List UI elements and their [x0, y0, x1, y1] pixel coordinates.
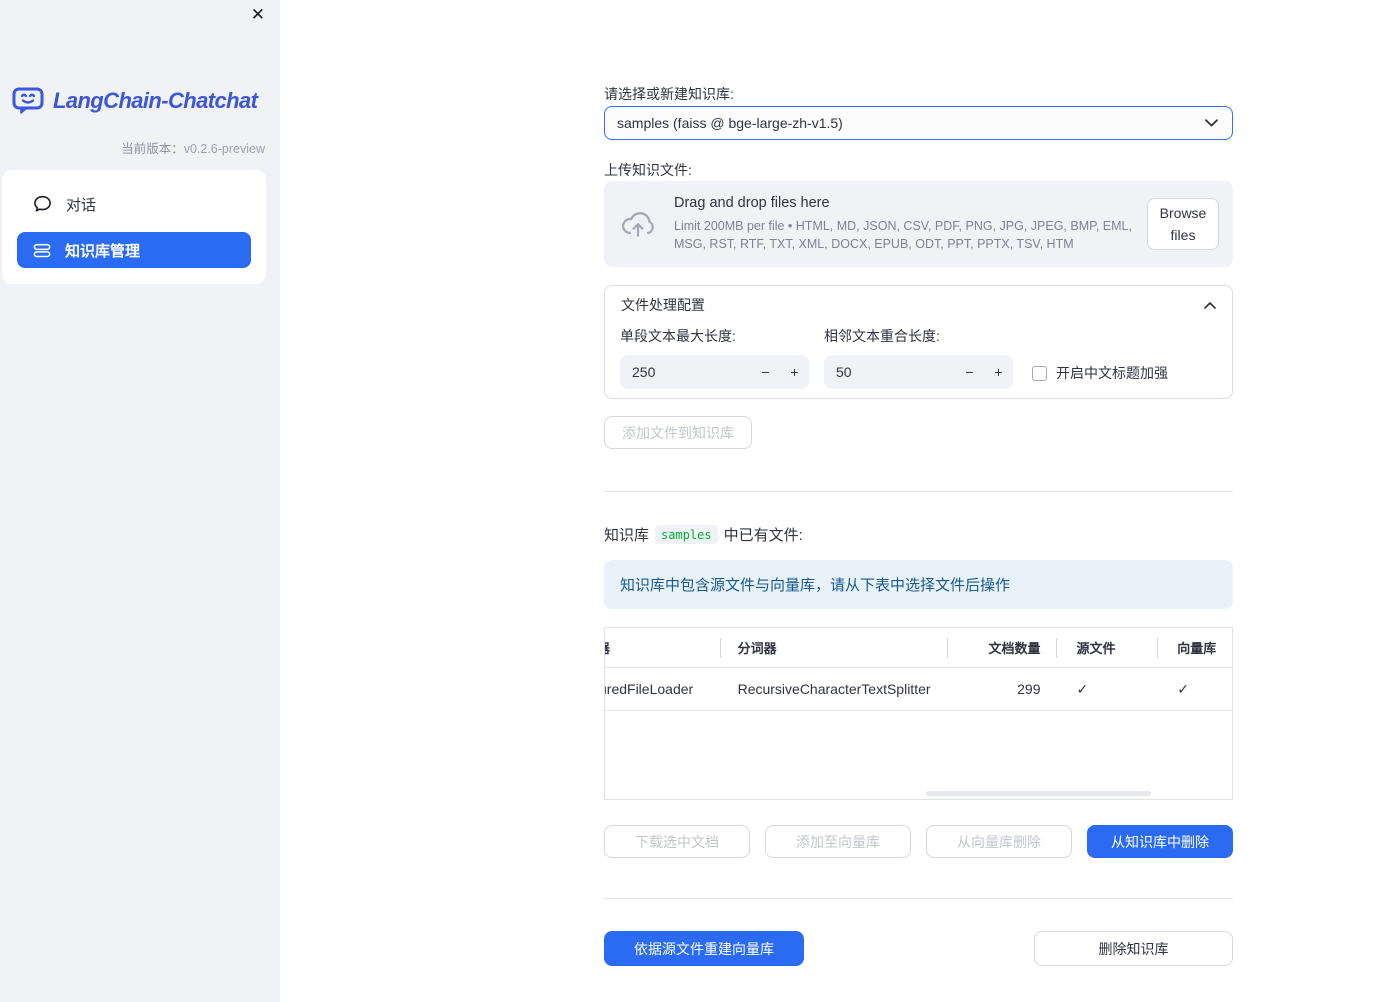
- dropzone-file-limits: Limit 200MB per file • HTML, MD, JSON, C…: [674, 218, 1132, 251]
- cloud-upload-icon: [620, 209, 658, 239]
- zh-title-enhance-checkbox-group[interactable]: 开启中文标题加强: [1032, 363, 1168, 383]
- kb-name-code: samples: [655, 525, 718, 544]
- chunk-size-decrement-button[interactable]: −: [751, 355, 780, 389]
- cell-loader[interactable]: uredFileLoader: [605, 668, 720, 710]
- sidebar-item-label: 知识库管理: [65, 242, 141, 260]
- kb-existing-files-line: 知识库 samples 中已有文件:: [604, 524, 803, 545]
- browse-files-button[interactable]: Browse files: [1147, 198, 1219, 250]
- delete-from-vector-store-button[interactable]: 从向量库删除: [926, 825, 1072, 858]
- header-splitter[interactable]: 分词器: [719, 628, 947, 667]
- info-alert-text: 知识库中包含源文件与向量库，请从下表中选择文件后操作: [620, 577, 1011, 594]
- overlap-group: 相邻文本重合长度: 50 − +: [824, 326, 1013, 389]
- app-logo: LangChain-Chatchat: [12, 86, 258, 116]
- divider: [604, 491, 1233, 492]
- chevron-down-icon: [1205, 119, 1218, 127]
- download-selected-button[interactable]: 下载选中文档: [604, 825, 750, 858]
- sidebar: ✕ LangChain-Chatchat 当前版本：v0.2.6-preview…: [0, 0, 280, 1002]
- sidebar-item-label: 对话: [66, 196, 97, 214]
- dropzone-title: Drag and drop files here: [674, 194, 830, 211]
- expander-title: 文件处理配置: [621, 297, 705, 313]
- add-to-vector-store-button[interactable]: 添加至向量库: [765, 825, 911, 858]
- checkmark-icon: ✓: [1076, 680, 1089, 697]
- overlap-increment-button[interactable]: +: [984, 355, 1013, 389]
- table-header-row: 器 分词器 文档数量 源文件 向量库: [605, 628, 1232, 668]
- chunk-size-label: 单段文本最大长度:: [620, 328, 736, 344]
- sidebar-nav-menu: 对话 知识库管理: [2, 170, 266, 284]
- overlap-label: 相邻文本重合长度:: [824, 328, 940, 344]
- chat-bubble-icon: [33, 195, 52, 213]
- checkbox-unchecked[interactable]: [1032, 365, 1047, 381]
- header-doc-count[interactable]: 文档数量: [946, 628, 1057, 667]
- sidebar-close-icon[interactable]: ✕: [251, 6, 265, 23]
- header-source-file[interactable]: 源文件: [1056, 628, 1157, 667]
- sidebar-item-knowledge-base[interactable]: 知识库管理: [17, 232, 251, 268]
- info-alert: 知识库中包含源文件与向量库，请从下表中选择文件后操作: [604, 560, 1233, 609]
- chunk-size-increment-button[interactable]: +: [780, 355, 809, 389]
- overlap-decrement-button[interactable]: −: [955, 355, 984, 389]
- checkmark-icon: ✓: [1177, 680, 1189, 697]
- add-files-to-kb-button[interactable]: 添加文件到知识库: [604, 416, 752, 449]
- version-text: 当前版本：v0.2.6-preview: [121, 138, 265, 157]
- header-vector-store[interactable]: 向量库: [1157, 628, 1232, 667]
- file-config-expander: 文件处理配置 单段文本最大长度: 250 − + 相邻文本重合长度: 50 − …: [604, 285, 1233, 399]
- sidebar-item-dialogue[interactable]: 对话: [17, 186, 251, 222]
- delete-from-kb-button[interactable]: 从知识库中删除: [1087, 825, 1233, 858]
- main-content: 请选择或新建知识库: samples (faiss @ bge-large-zh…: [604, 0, 1234, 1002]
- kb-line-suffix: 中已有文件:: [723, 527, 803, 544]
- header-loader[interactable]: 器: [605, 628, 720, 667]
- kb-select-value: samples (faiss @ bge-large-zh-v1.5): [617, 115, 843, 131]
- chunk-size-group: 单段文本最大长度: 250 − +: [620, 326, 809, 389]
- files-dataframe[interactable]: 器 分词器 文档数量 源文件 向量库 uredFileLoader Recurs…: [604, 627, 1233, 800]
- rebuild-vector-store-button[interactable]: 依据源文件重建向量库: [604, 931, 804, 966]
- kb-select-label: 请选择或新建知识库:: [604, 86, 734, 102]
- app-logo-text: LangChain-Chatchat: [53, 88, 258, 113]
- file-dropzone[interactable]: Drag and drop files here Limit 200MB per…: [604, 181, 1233, 267]
- kb-bottom-actions: 依据源文件重建向量库 删除知识库: [604, 931, 1233, 966]
- checkbox-label: 开启中文标题加强: [1056, 365, 1168, 381]
- divider: [604, 898, 1233, 899]
- overlap-input[interactable]: 50 − +: [824, 355, 1013, 389]
- upload-label: 上传知识文件:: [604, 162, 692, 178]
- cell-doc-count[interactable]: 299: [947, 668, 1057, 710]
- chunk-size-value[interactable]: 250: [620, 364, 751, 380]
- knowledge-base-icon: [33, 242, 51, 259]
- table-horizontal-scrollbar[interactable]: [926, 791, 1151, 796]
- overlap-value[interactable]: 50: [824, 364, 955, 380]
- cell-vector-store-check[interactable]: ✓: [1157, 668, 1232, 710]
- table-row[interactable]: uredFileLoader RecursiveCharacterTextSpl…: [605, 668, 1232, 711]
- version-value: v0.2.6-preview: [183, 142, 265, 156]
- chevron-up-icon: [1204, 301, 1216, 309]
- expander-body: 单段文本最大长度: 250 − + 相邻文本重合长度: 50 − + 开启中文标…: [605, 324, 1232, 389]
- version-label: 当前版本：: [121, 142, 184, 156]
- expander-header[interactable]: 文件处理配置: [605, 286, 1232, 324]
- cell-splitter[interactable]: RecursiveCharacterTextSplitter: [720, 668, 947, 710]
- dropzone-text: Drag and drop files here Limit 200MB per…: [674, 195, 1147, 253]
- delete-kb-button[interactable]: 删除知识库: [1034, 931, 1233, 966]
- file-action-buttons: 下载选中文档 添加至向量库 从向量库删除 从知识库中删除: [604, 825, 1233, 858]
- kb-select-dropdown[interactable]: samples (faiss @ bge-large-zh-v1.5): [604, 106, 1233, 140]
- kb-line-prefix: 知识库: [604, 527, 650, 544]
- chatchat-logo-icon: [12, 86, 46, 116]
- chunk-size-input[interactable]: 250 − +: [620, 355, 809, 389]
- cell-source-file-check[interactable]: ✓: [1056, 668, 1157, 710]
